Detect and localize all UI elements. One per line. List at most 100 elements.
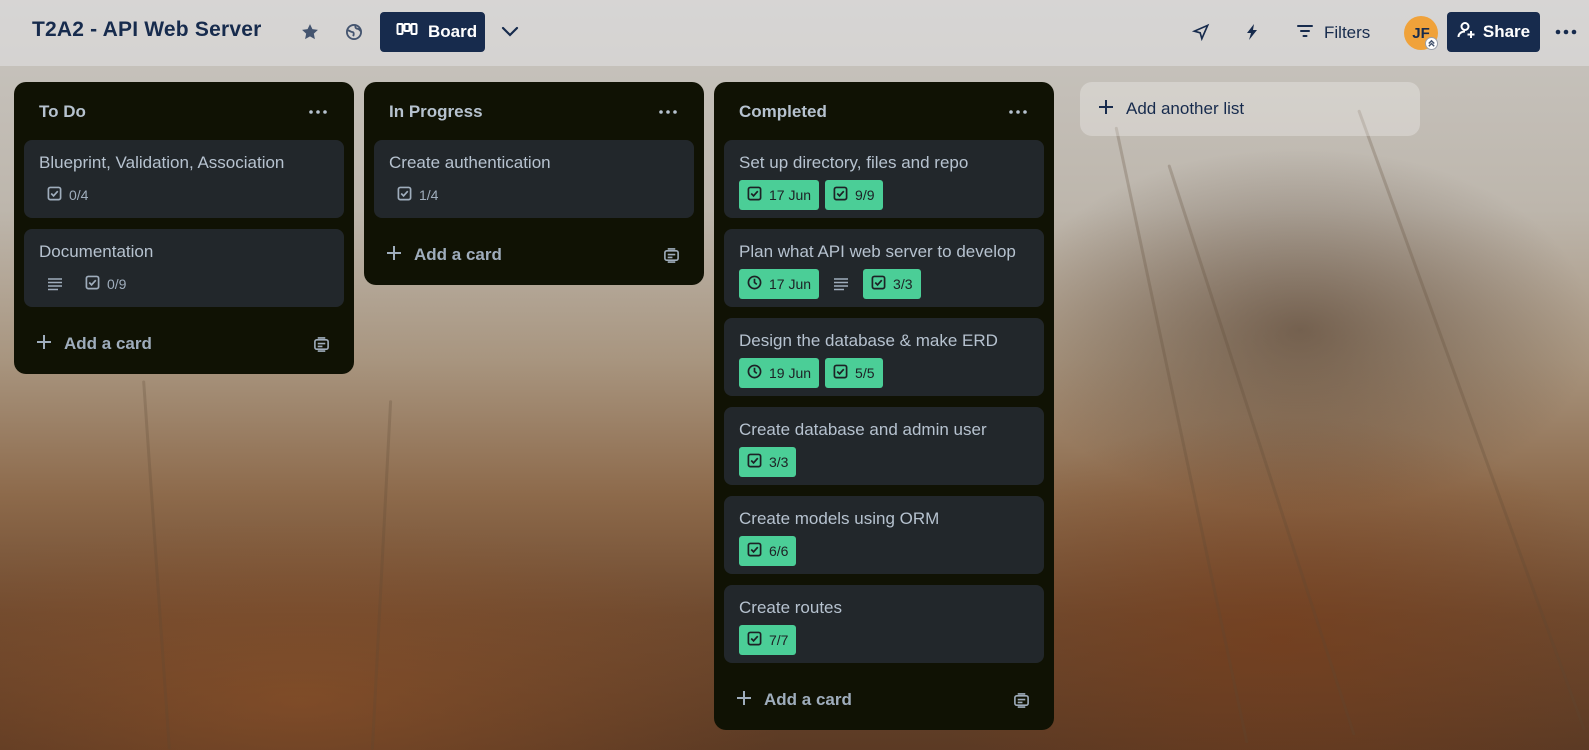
board-header: T2A2 - API Web Server Board Filters JF S…: [0, 0, 1589, 66]
list-in-progress: In Progress Create authentication 1/4 Ad…: [364, 82, 704, 285]
card-badges: 7/7: [739, 625, 1029, 655]
checklist-count: 5/5: [855, 365, 875, 381]
add-card-button[interactable]: Add a card: [36, 334, 152, 355]
filters-button[interactable]: Filters: [1296, 20, 1370, 46]
description-icon: [825, 269, 857, 299]
checklist-count: 0/9: [107, 276, 127, 292]
card[interactable]: Create models using ORM 6/6: [724, 496, 1044, 574]
due-date: 19 Jun: [769, 365, 812, 381]
card-list: Set up directory, files and repo 17 Jun …: [724, 140, 1044, 663]
card[interactable]: Documentation 0/9: [24, 229, 344, 307]
add-card-label: Add a card: [64, 334, 152, 353]
card-title: Blueprint, Validation, Association: [39, 153, 285, 172]
share-button[interactable]: Share: [1447, 12, 1540, 52]
card-badges: 1/4: [389, 180, 679, 210]
add-card-row: Add a card: [374, 229, 694, 285]
list-header: Completed: [724, 94, 1044, 130]
checklist-badge: 1/4: [389, 180, 446, 210]
list-menu-icon[interactable]: [306, 100, 330, 124]
star-icon[interactable]: [296, 18, 324, 46]
checkbox-icon: [747, 542, 762, 560]
card-title: Create database and admin user: [739, 420, 987, 439]
checklist-count: 3/3: [893, 276, 913, 292]
add-user-icon: [1457, 21, 1477, 44]
checklist-count: 7/7: [769, 632, 789, 648]
filters-label: Filters: [1324, 23, 1371, 42]
create-from-template-icon[interactable]: [1010, 689, 1032, 711]
checklist-badge: 3/3: [739, 447, 797, 477]
list-menu-icon[interactable]: [656, 100, 680, 124]
list-completed: Completed Set up directory, files and re…: [714, 82, 1054, 730]
due-date: 17 Jun: [769, 187, 812, 203]
card-title: Create authentication: [389, 153, 551, 172]
checklist-badge: 0/4: [39, 180, 96, 210]
power-ups-rocket-icon[interactable]: [1187, 18, 1215, 46]
card[interactable]: Create database and admin user 3/3: [724, 407, 1044, 485]
add-card-row: Add a card: [724, 674, 1044, 730]
admin-chevrons-icon: [1425, 37, 1438, 50]
checkbox-icon: [871, 275, 886, 293]
list-title[interactable]: To Do: [39, 102, 86, 122]
create-from-template-icon[interactable]: [660, 244, 682, 266]
board-view-icon: [396, 22, 418, 43]
due-date-badge[interactable]: 17 Jun: [739, 180, 820, 210]
more-options-icon[interactable]: [1552, 18, 1580, 46]
create-from-template-icon[interactable]: [310, 333, 332, 355]
background-stalk: [1357, 109, 1586, 731]
checklist-badge: 3/3: [863, 269, 921, 299]
add-another-list-button[interactable]: Add another list: [1080, 82, 1420, 136]
background-stalk: [1167, 164, 1356, 736]
globe-icon[interactable]: [340, 18, 368, 46]
card-list: Blueprint, Validation, Association 0/4 D…: [24, 140, 344, 307]
card-title: Plan what API web server to develop: [739, 242, 1016, 261]
plus-icon: [736, 690, 752, 711]
filter-icon: [1296, 23, 1314, 43]
clock-icon: [747, 364, 762, 382]
card-list: Create authentication 1/4: [374, 140, 694, 218]
board-view-button[interactable]: Board: [380, 12, 485, 52]
add-card-button[interactable]: Add a card: [736, 690, 852, 711]
card-title: Documentation: [39, 242, 154, 261]
automation-bolt-icon[interactable]: [1238, 18, 1266, 46]
checklist-count: 9/9: [855, 187, 875, 203]
card-badges: 6/6: [739, 536, 1029, 566]
card-title: Design the database & make ERD: [739, 331, 998, 350]
checkbox-icon: [85, 275, 100, 293]
background-stalk: [1114, 126, 1249, 744]
checklist-count: 1/4: [419, 187, 439, 203]
checkbox-icon: [747, 186, 762, 204]
card[interactable]: Create routes 7/7: [724, 585, 1044, 663]
add-card-label: Add a card: [764, 690, 852, 709]
due-date-badge[interactable]: 17 Jun: [739, 269, 820, 299]
clock-icon: [747, 275, 762, 293]
list-title[interactable]: In Progress: [389, 102, 483, 122]
list-header: To Do: [24, 94, 344, 130]
card[interactable]: Design the database & make ERD 19 Jun 5/…: [724, 318, 1044, 396]
checklist-badge: 9/9: [825, 180, 883, 210]
card-badges: 17 Jun 9/9: [739, 180, 1029, 210]
card[interactable]: Create authentication 1/4: [374, 140, 694, 218]
list-header: In Progress: [374, 94, 694, 130]
card[interactable]: Set up directory, files and repo 17 Jun …: [724, 140, 1044, 218]
checklist-count: 6/6: [769, 543, 789, 559]
checkbox-icon: [833, 364, 848, 382]
checklist-count: 0/4: [69, 187, 89, 203]
checklist-badge: 0/9: [77, 269, 134, 299]
checklist-count: 3/3: [769, 454, 789, 470]
card[interactable]: Plan what API web server to develop 17 J…: [724, 229, 1044, 307]
card-title: Create routes: [739, 598, 842, 617]
board-title[interactable]: T2A2 - API Web Server: [32, 18, 261, 42]
list-menu-icon[interactable]: [1006, 100, 1030, 124]
add-card-label: Add a card: [414, 245, 502, 264]
checkbox-icon: [747, 631, 762, 649]
due-date-badge[interactable]: 19 Jun: [739, 358, 820, 388]
checklist-badge: 7/7: [739, 625, 797, 655]
list-title[interactable]: Completed: [739, 102, 827, 122]
card-badges: 17 Jun 3/3: [739, 269, 1029, 299]
chevron-down-icon[interactable]: [496, 18, 524, 46]
card[interactable]: Blueprint, Validation, Association 0/4: [24, 140, 344, 218]
plus-icon: [1098, 99, 1114, 120]
card-badges: 19 Jun 5/5: [739, 358, 1029, 388]
add-card-button[interactable]: Add a card: [386, 245, 502, 266]
card-badges: 0/4: [39, 180, 329, 210]
